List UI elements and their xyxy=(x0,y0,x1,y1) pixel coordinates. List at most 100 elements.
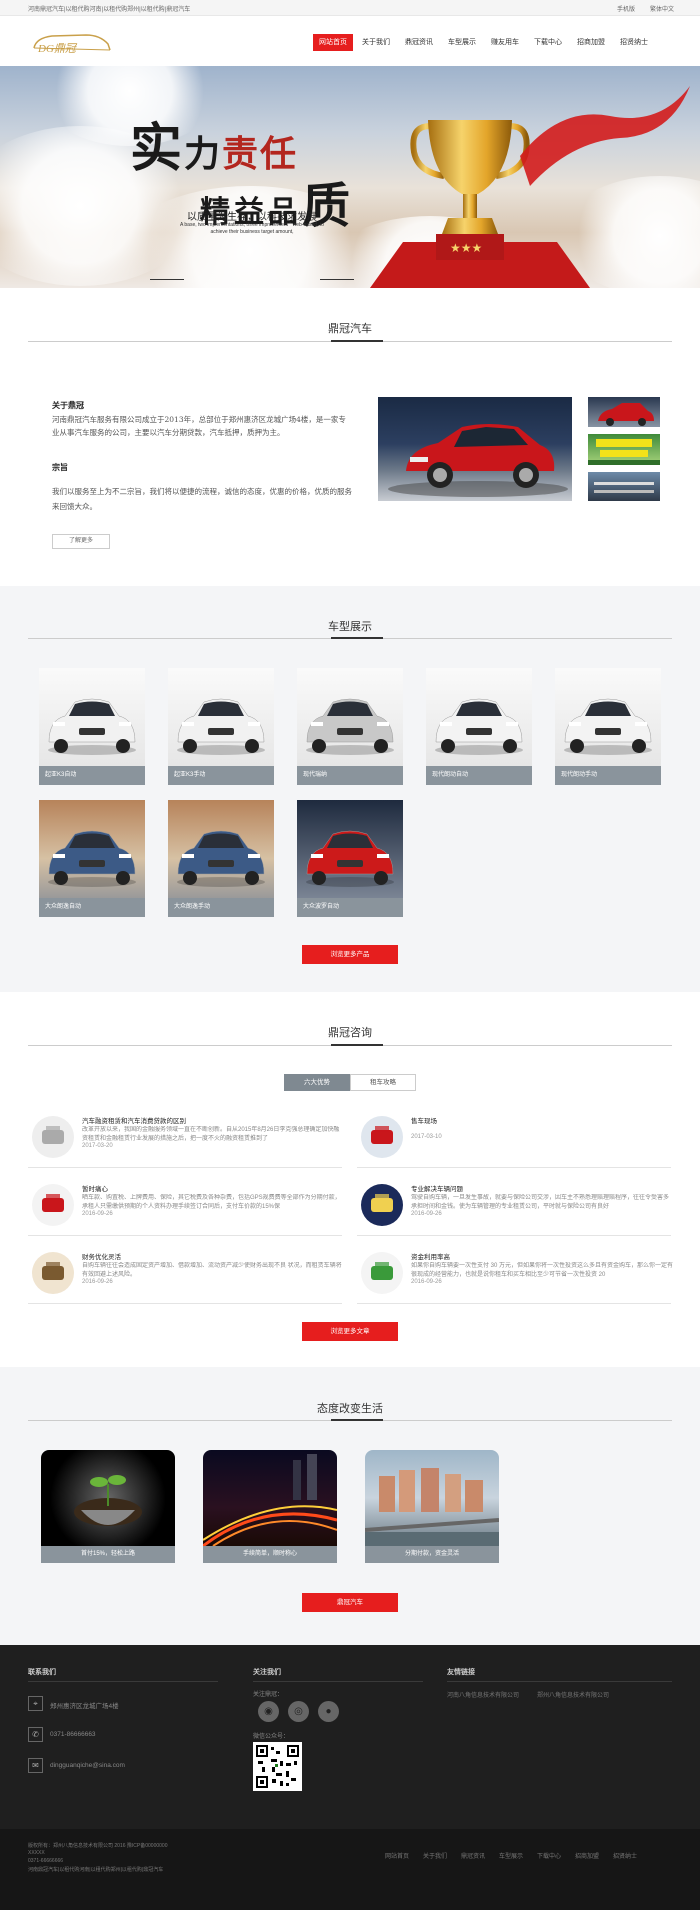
life-caption: 分期付款，资金灵活 xyxy=(365,1546,499,1563)
car-card[interactable]: 起亚K3手动 xyxy=(168,668,274,785)
mission-text: 我们以服务至上为不二宗旨，我们将以便捷的流程，诚信的态度，优惠的价格，优质的服务… xyxy=(52,487,352,511)
more-articles-button[interactable]: 浏览更多文章 xyxy=(302,1322,398,1341)
section-title-about: 鼎冠汽车 xyxy=(328,323,372,335)
news-thumb-icon xyxy=(361,1252,403,1294)
car-card[interactable]: 现代朗动手动 xyxy=(555,668,661,785)
life-card[interactable]: 分期付款，资金灵活 xyxy=(365,1450,499,1563)
learn-more-button[interactable]: 了解更多 xyxy=(52,534,110,549)
news-thumb-icon xyxy=(32,1252,74,1294)
life-card[interactable]: 首付15%，轻松上路 xyxy=(41,1450,175,1563)
footer-contact-title: 联系我们 xyxy=(28,1669,56,1676)
wechat-icon[interactable]: ◎ xyxy=(288,1701,309,1722)
car-card[interactable]: 现代瑞纳 xyxy=(297,668,403,785)
traditional-chinese-link[interactable]: 繁体中文 xyxy=(650,4,674,13)
nav-about[interactable]: 关于我们 xyxy=(356,34,396,51)
car-caption: 起亚K3自动 xyxy=(39,766,145,785)
footer-address: 郑州惠济区龙城广场4楼 xyxy=(50,1703,119,1710)
news-item[interactable]: 资金利用率高如果你自购车辆要一次性支付 30 万元，但如果你将一次性投资这么多且… xyxy=(357,1246,673,1304)
life-caption: 手续简单，顺时称心 xyxy=(203,1546,337,1563)
car-image xyxy=(426,668,532,766)
news-summary: 自购车辆往往会造成固定资产增加、借款增加、流动资产减少使财务出现不良 状况，而租… xyxy=(82,1263,342,1278)
nav-download[interactable]: 下载中心 xyxy=(528,34,568,51)
car-card[interactable]: 大众波罗自动 xyxy=(297,800,403,917)
footer-wechat-label: 微信公众号： xyxy=(253,1734,290,1740)
news-item[interactable]: 汽车融资租赁和汽车消费贷款的区别 改革开放以来，我国的金融服务领域一直在不断创新。… xyxy=(28,1110,342,1168)
news-item[interactable]: 专业解决车辆问题 驾驶自购车辆，一旦发生事故，就要与保险公司交涉，因车主不熟悉理赔… xyxy=(357,1178,671,1236)
footer-nav-link[interactable]: 网站首页 xyxy=(385,1851,409,1860)
news-date: 2016-09-26 xyxy=(411,1211,442,1217)
news-title[interactable]: 专业解决车辆问题 xyxy=(411,1183,463,1193)
footer-nav-link[interactable]: 车型展示 xyxy=(499,1851,523,1860)
more-products-button[interactable]: 浏览更多产品 xyxy=(302,945,398,964)
about-thumb-3[interactable] xyxy=(588,472,660,501)
nav-rental[interactable]: 赚友用车 xyxy=(485,34,525,51)
news-item[interactable]: 财务优化灵活自购车辆往往会造成固定资产增加、借款增加、流动资产减少使财务出现不良… xyxy=(28,1246,342,1304)
news-title[interactable]: 资金利用率高 xyxy=(411,1251,450,1261)
car-image xyxy=(39,800,145,898)
wechat-qr-code xyxy=(253,1742,302,1791)
email-icon: ✉ xyxy=(28,1758,43,1773)
mission-heading: 宗旨 xyxy=(52,463,68,472)
life-image-night-traffic xyxy=(203,1450,337,1546)
nav-franchise[interactable]: 招商加盟 xyxy=(571,34,611,51)
news-date: 2016-09-26 xyxy=(411,1279,442,1285)
footer-follow-title: 关注我们 xyxy=(253,1669,281,1676)
news-title[interactable]: 暂时痛心 xyxy=(82,1183,108,1193)
tab-advantages[interactable]: 六大优势 xyxy=(284,1074,350,1091)
car-caption: 大众朗逸自动 xyxy=(39,898,145,917)
news-thumb-icon xyxy=(32,1184,74,1226)
footer-nav-link[interactable]: 招商加盟 xyxy=(575,1851,599,1860)
top-strip: 河南鼎冠汽车|以租代购河南|以租代购郑州|以租代购|鼎冠汽车 手机版 繁体中文 xyxy=(0,0,700,16)
footer-nav-link[interactable]: 下载中心 xyxy=(537,1851,561,1860)
banner-slogan-en: A base, two implementations, three impro… xyxy=(179,222,325,235)
nav-news[interactable]: 鼎冠资讯 xyxy=(399,34,439,51)
about-thumb-1[interactable] xyxy=(588,397,660,427)
footer-follow-label: 关注鼎冠： xyxy=(253,1692,284,1698)
dingguan-button[interactable]: 鼎冠汽车 xyxy=(302,1593,398,1612)
hero-banner: ★★★ 实力责任 精益品质 以质量为生存，以科技求发展 A base, two … xyxy=(0,66,700,288)
about-thumb-2[interactable] xyxy=(588,434,660,465)
mobile-version-link[interactable]: 手机版 xyxy=(617,4,635,13)
top-notice: 河南鼎冠汽车|以租代购河南|以租代购郑州|以租代购|鼎冠汽车 xyxy=(28,7,191,13)
news-summary: 如果你自购车辆要一次性支付 30 万元，但如果你将一次性投资这么多且有资金购车，… xyxy=(411,1263,673,1278)
news-title[interactable]: 售车现场 xyxy=(411,1115,437,1125)
site-logo[interactable]: DG鼎冠 xyxy=(30,30,112,60)
news-summary: 晒车款、购置税、上牌费用、保险，其它税费及各种杂费，包括GPS规费费等全部作为分… xyxy=(82,1195,341,1210)
footer-email[interactable]: dingguanqiche@sina.com xyxy=(50,1762,125,1769)
car-card[interactable]: 现代朗动自动 xyxy=(426,668,532,785)
car-caption: 现代朗动手动 xyxy=(555,766,661,785)
nav-careers[interactable]: 招贤纳士 xyxy=(614,34,654,51)
life-image-seedling xyxy=(41,1450,175,1546)
car-card[interactable]: 起亚K3自动 xyxy=(39,668,145,785)
news-title[interactable]: 汽车融资租赁和汽车消费贷款的区别 xyxy=(82,1115,186,1125)
logo-text: DG鼎冠 xyxy=(37,43,78,55)
car-card[interactable]: 大众朗逸手动 xyxy=(168,800,274,917)
copyright-line: 版权所有：郑州八角信息技术有限公司 2016 豫ICP备00000000 xyxy=(28,1843,168,1849)
about-main-image xyxy=(378,397,572,501)
location-icon: ⌖ xyxy=(28,1696,43,1711)
nav-home[interactable]: 网站首页 xyxy=(313,34,353,51)
footer: 联系我们 ⌖ 郑州惠济区龙城广场4楼 ✆ 0371-86666663 ✉ din… xyxy=(0,1645,700,1829)
footer-phone: 0371-86666663 xyxy=(50,1731,96,1738)
section-title-models: 车型展示 xyxy=(328,621,372,633)
news-item[interactable]: 售车现场 2017-03-10 xyxy=(357,1110,671,1168)
footer-nav-link[interactable]: 鼎冠资讯 xyxy=(461,1851,485,1860)
life-card[interactable]: 手续简单，顺时称心 xyxy=(203,1450,337,1563)
car-image xyxy=(555,668,661,766)
news-date: 2017-03-10 xyxy=(411,1134,442,1140)
weibo-icon[interactable]: ◉ xyxy=(258,1701,279,1722)
phone-icon: ✆ xyxy=(28,1727,43,1742)
car-card[interactable]: 大众朗逸自动 xyxy=(39,800,145,917)
friend-link-2[interactable]: 郑州八角信息技术有限公司 xyxy=(537,1690,609,1699)
news-date: 2016-09-26 xyxy=(82,1279,113,1285)
friend-link-1[interactable]: 河南八角信息技术有限公司 xyxy=(447,1690,519,1699)
footer-bottom: 版权所有：郑州八角信息技术有限公司 2016 豫ICP备00000000 XXX… xyxy=(0,1829,700,1910)
nav-models[interactable]: 车型展示 xyxy=(442,34,482,51)
qq-icon[interactable]: ● xyxy=(318,1701,339,1722)
footer-nav-link[interactable]: 招贤纳士 xyxy=(613,1851,637,1860)
news-item[interactable]: 暂时痛心晒车款、购置税、上牌费用、保险，其它税费及各种杂费，包括GPS规费费等全… xyxy=(28,1178,342,1236)
tab-rental-guide[interactable]: 租车攻略 xyxy=(350,1074,416,1091)
models-section xyxy=(0,586,700,992)
footer-nav-link[interactable]: 关于我们 xyxy=(423,1851,447,1860)
news-title[interactable]: 财务优化灵活 xyxy=(82,1251,121,1261)
